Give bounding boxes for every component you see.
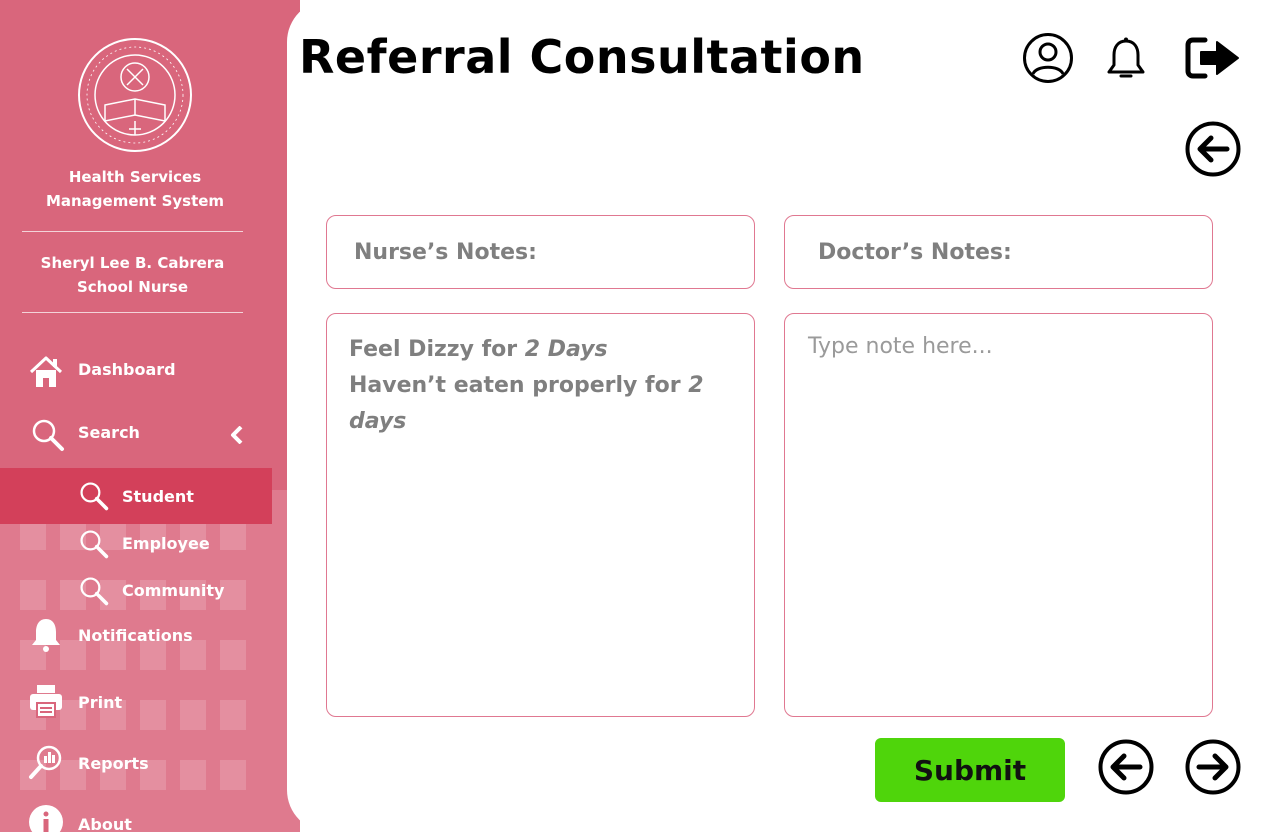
reports-icon xyxy=(29,745,62,779)
sidebar-item-label: Search xyxy=(78,423,140,442)
sidebar-item-label: Notifications xyxy=(78,626,193,645)
sidebar-item-print[interactable]: Print xyxy=(0,683,272,723)
bell-icon xyxy=(32,619,60,652)
sidebar-item-label: Dashboard xyxy=(78,360,176,379)
sidebar: Health Services Management System Sheryl… xyxy=(0,0,300,832)
search-icon xyxy=(80,530,109,559)
sidebar-item-label: Community xyxy=(122,581,225,600)
doctor-notes-label: Doctor’s Notes: xyxy=(818,240,1012,265)
search-icon xyxy=(32,419,64,451)
bell-icon[interactable] xyxy=(1104,36,1148,82)
search-icon xyxy=(80,577,109,606)
system-name-line1: Health Services xyxy=(68,168,202,186)
doctor-notes-input[interactable] xyxy=(798,326,1198,706)
nurse-note-line1-emphasis: 2 Days xyxy=(524,337,608,362)
system-name: Health Services Management System xyxy=(22,165,248,213)
doctor-notes-header: Doctor’s Notes: xyxy=(784,215,1213,289)
sidebar-item-notifications[interactable]: Notifications xyxy=(0,616,272,656)
nurse-notes-label: Nurse’s Notes: xyxy=(354,240,537,265)
logout-icon[interactable] xyxy=(1185,36,1241,80)
next-arrow-icon[interactable] xyxy=(1185,739,1241,795)
sidebar-item-reports[interactable]: Reports xyxy=(0,744,272,784)
submit-button[interactable]: Submit xyxy=(875,738,1065,802)
sidebar-item-about[interactable]: About xyxy=(0,802,272,832)
nurse-notes-header: Nurse’s Notes: xyxy=(326,215,755,289)
sidebar-item-dashboard[interactable]: Dashboard xyxy=(0,350,272,390)
home-icon xyxy=(29,356,63,387)
sidebar-item-label: Student xyxy=(122,487,194,506)
university-seal-logo xyxy=(78,38,192,152)
system-name-line2: Management System xyxy=(45,192,225,210)
sidebar-item-label: About xyxy=(78,815,132,832)
info-icon xyxy=(29,805,63,832)
sidebar-item-label: Reports xyxy=(78,754,149,773)
chevron-left-icon[interactable] xyxy=(228,426,246,444)
sidebar-item-label: Employee xyxy=(122,534,210,553)
user-profile-icon[interactable] xyxy=(1022,32,1074,84)
nurse-note-line2: Haven’t eaten properly for xyxy=(349,373,689,398)
user-role: School Nurse xyxy=(76,278,189,296)
page-title: Referral Consultation xyxy=(299,30,865,84)
sidebar-item-student[interactable]: Student xyxy=(0,468,272,524)
divider xyxy=(22,231,243,232)
sidebar-item-label: Print xyxy=(78,693,123,712)
nurse-note-line1: Feel Dizzy for xyxy=(349,337,525,362)
printer-icon xyxy=(30,685,62,718)
user-info: Sheryl Lee B. Cabrera School Nurse xyxy=(22,251,243,299)
nurse-notes-content: Feel Dizzy for 2 Days Haven’t eaten prop… xyxy=(349,332,729,440)
sidebar-item-community[interactable]: Community xyxy=(0,571,272,611)
sidebar-item-employee[interactable]: Employee xyxy=(0,524,272,564)
divider xyxy=(22,312,243,313)
back-arrow-icon[interactable] xyxy=(1185,121,1241,177)
search-icon xyxy=(80,482,109,511)
previous-arrow-icon[interactable] xyxy=(1098,739,1154,795)
user-name: Sheryl Lee B. Cabrera xyxy=(40,254,225,272)
